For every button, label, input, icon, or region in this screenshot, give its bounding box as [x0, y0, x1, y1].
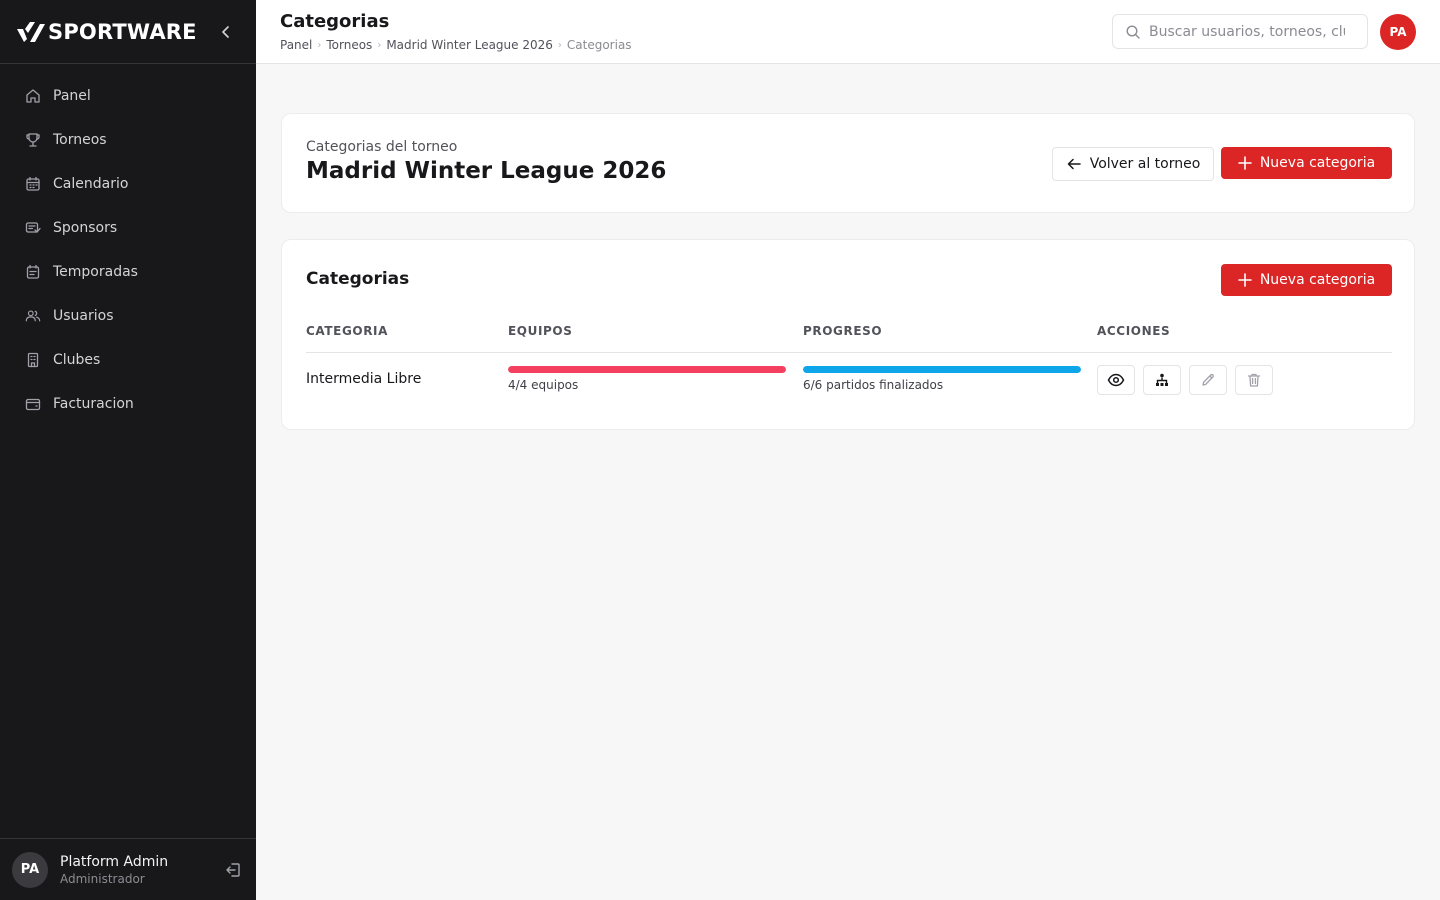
tournament-title: Madrid Winter League 2026 [306, 158, 667, 184]
tournament-header-card: Categorias del torneo Madrid Winter Leag… [281, 113, 1415, 213]
sidebar-item-label: Facturacion [53, 396, 134, 412]
header-divider [306, 352, 1392, 353]
teams-caption: 4/4 equipos [508, 378, 579, 392]
plus-icon [1238, 273, 1252, 287]
sidebar-item-facturacion[interactable]: Facturacion [0, 382, 256, 426]
back-to-tournament-button[interactable]: Volver al torneo [1052, 147, 1214, 181]
column-header-equipos: EQUIPOS [508, 324, 573, 338]
trash-icon [1247, 373, 1261, 387]
plus-icon [1238, 156, 1252, 170]
new-category-button[interactable]: Nueva categoria [1221, 147, 1392, 179]
chevron-right-icon: › [557, 39, 562, 51]
sidebar-item-temporadas[interactable]: Temporadas [0, 250, 256, 294]
eye-icon [1107, 373, 1125, 387]
brand-name: SPORTWARE [48, 19, 197, 44]
chevron-right-icon: › [317, 39, 322, 51]
new-category-label: Nueva categoria [1259, 155, 1376, 171]
column-header-categoria: CATEGORIA [306, 324, 388, 338]
back-button-label: Volver al torneo [1089, 156, 1201, 172]
sidebar-item-panel[interactable]: Panel [0, 74, 256, 118]
sidebar: SPORTWARE Panel Torneos Calendario Spons… [0, 0, 256, 900]
collapse-sidebar-button[interactable] [216, 22, 236, 42]
arrow-left-icon [1066, 156, 1082, 172]
brand-logo-icon [17, 21, 45, 42]
sidebar-item-label: Temporadas [53, 264, 138, 280]
breadcrumb-item-torneos[interactable]: Torneos [326, 38, 372, 52]
sidebar-item-label: Usuarios [53, 308, 114, 324]
sidebar-item-label: Calendario [53, 176, 129, 192]
bracket-icon [1156, 373, 1168, 386]
new-category-button-secondary[interactable]: Nueva categoria [1221, 264, 1392, 296]
teams-progress-fill [508, 366, 786, 373]
matches-caption: 6/6 partidos finalizados [803, 378, 944, 392]
user-avatar-button[interactable]: PA [1380, 14, 1416, 50]
chevron-left-icon [222, 26, 229, 38]
category-name[interactable]: Intermedia Libre [306, 371, 421, 387]
sidebar-item-usuarios[interactable]: Usuarios [0, 294, 256, 338]
new-category-label: Nueva categoria [1259, 272, 1376, 288]
sidebar-item-label: Panel [53, 88, 91, 104]
breadcrumb: Panel › Torneos › Madrid Winter League 2… [280, 38, 632, 52]
categories-card: Categorias Nueva categoria CATEGORIA EQU… [281, 239, 1415, 430]
page-title: Categorias [280, 11, 390, 32]
avatar[interactable]: PA [12, 851, 48, 888]
pencil-icon [1202, 373, 1214, 386]
logout-icon [226, 863, 240, 877]
matches-progress-bar [803, 366, 1081, 373]
brand-logo[interactable]: SPORTWARE [16, 20, 197, 44]
tournament-subtitle: Categorias del torneo [306, 139, 458, 155]
user-name: Platform Admin [60, 853, 169, 870]
home-icon [25, 88, 41, 104]
column-header-acciones: ACCIONES [1097, 324, 1171, 338]
delete-button[interactable] [1235, 365, 1273, 395]
search-icon [1125, 24, 1141, 40]
user-info: Platform Admin Administrador [60, 853, 168, 887]
top-bar: Categorias Panel › Torneos › Madrid Wint… [256, 0, 1440, 64]
logout-button[interactable] [222, 859, 244, 881]
users-icon [25, 308, 41, 324]
brand-header: SPORTWARE [0, 0, 256, 64]
categories-title: Categorias [306, 269, 410, 289]
column-header-progreso: PROGRESO [803, 324, 883, 338]
sidebar-item-label: Sponsors [53, 220, 118, 236]
breadcrumb-item-tournament[interactable]: Madrid Winter League 2026 [386, 38, 553, 52]
view-button[interactable] [1097, 365, 1135, 395]
trophy-icon [25, 132, 41, 148]
breadcrumb-item-current: Categorias [566, 38, 632, 52]
calendar-icon [25, 176, 41, 192]
calendar-list-icon [25, 264, 41, 280]
bracket-button[interactable] [1143, 365, 1181, 395]
search-input[interactable] [1149, 23, 1345, 40]
sidebar-item-sponsors[interactable]: Sponsors [0, 206, 256, 250]
matches-progress-fill [803, 366, 1081, 373]
wallet-icon [25, 396, 41, 412]
breadcrumb-item-panel[interactable]: Panel [280, 38, 312, 52]
building-icon [25, 352, 41, 368]
teams-progress-bar [508, 366, 786, 373]
search-box[interactable] [1112, 14, 1368, 49]
chevron-right-icon: › [377, 39, 382, 51]
sponsor-icon [25, 220, 41, 236]
sidebar-item-torneos[interactable]: Torneos [0, 118, 256, 162]
sidebar-item-calendario[interactable]: Calendario [0, 162, 256, 206]
edit-button[interactable] [1189, 365, 1227, 395]
sidebar-item-label: Clubes [53, 352, 101, 368]
sidebar-item-label: Torneos [53, 132, 107, 148]
sidebar-user-profile: PA Platform Admin Administrador [0, 838, 256, 900]
sidebar-item-clubes[interactable]: Clubes [0, 338, 256, 382]
user-role: Administrador [60, 871, 145, 886]
sidebar-nav: Panel Torneos Calendario Sponsors Tempor… [0, 64, 256, 426]
